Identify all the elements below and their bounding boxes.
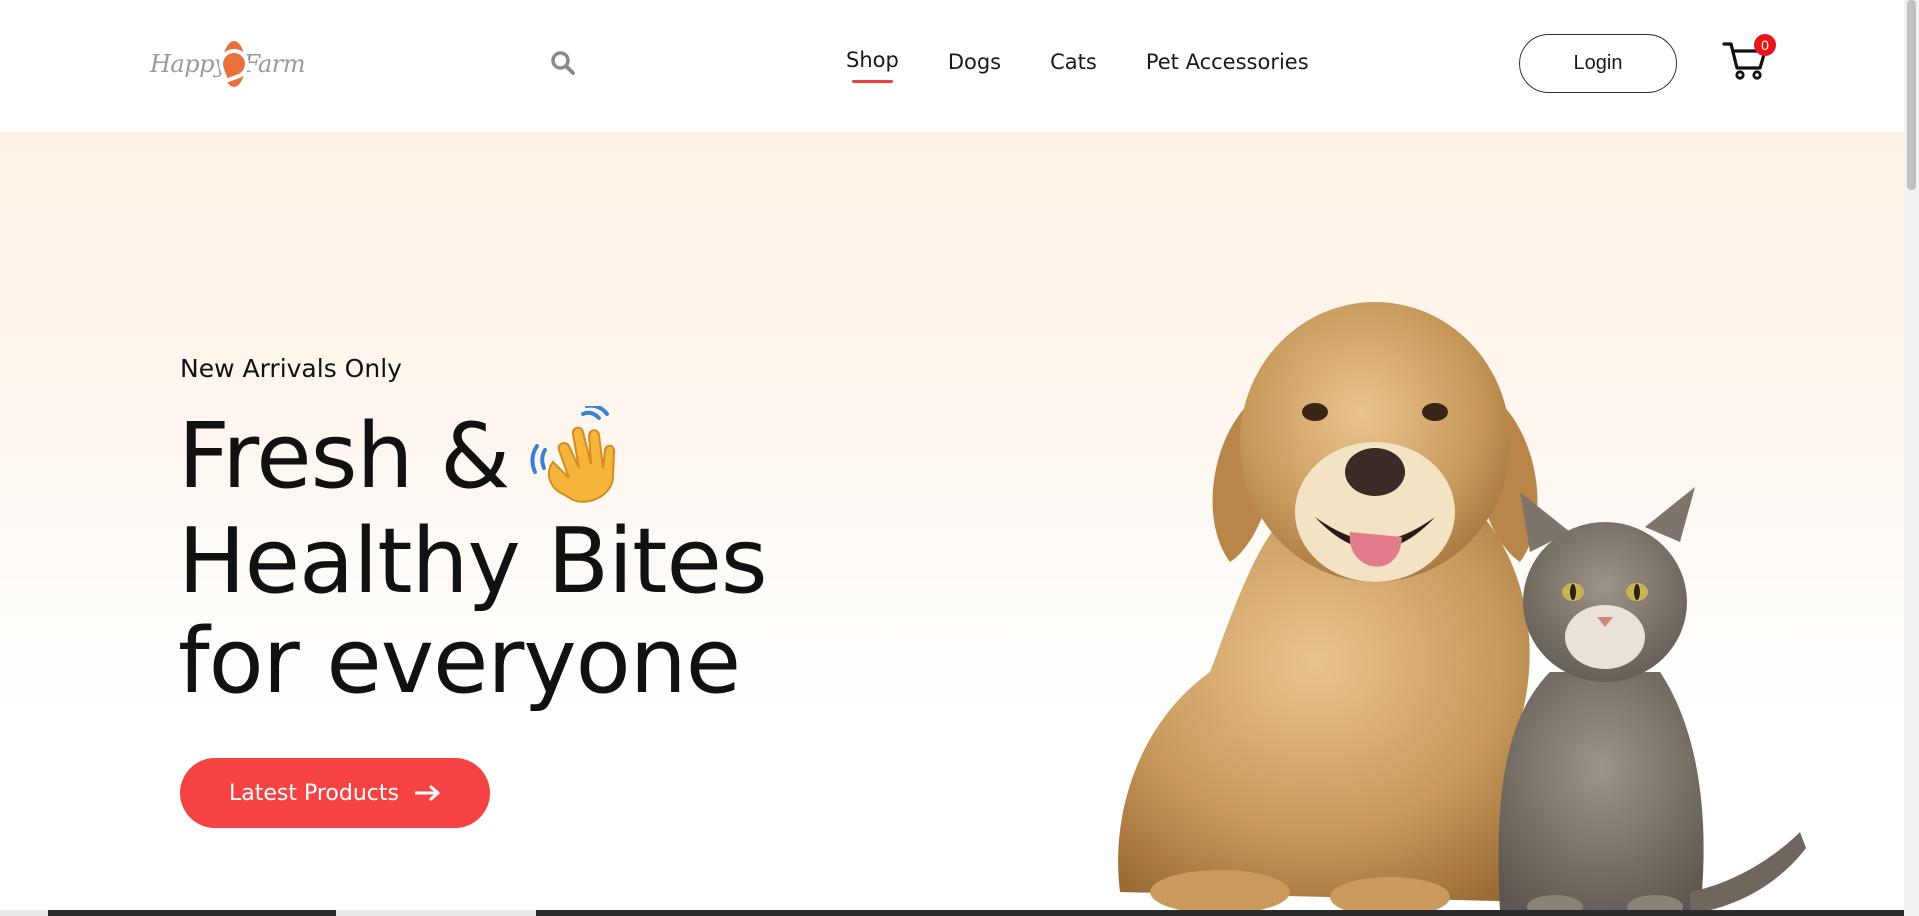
nav-item-dogs[interactable]: Dogs [948, 40, 1001, 74]
headline-line-3: for everyone [178, 609, 741, 715]
hero-section: New Arrivals Only Fresh & Healthy Bites … [0, 132, 1904, 916]
bottom-edge-strip [0, 910, 1904, 916]
nav-item-pet-accessories[interactable]: Pet Accessories [1146, 40, 1309, 74]
headline-line-1: Fresh & [178, 404, 767, 512]
logo-mark-icon [223, 41, 246, 87]
headline-line-2: Healthy Bites [178, 509, 768, 615]
arrow-right-icon [414, 785, 441, 801]
logo-text-right: Farm [243, 50, 305, 78]
bottom-strip-segment [0, 910, 48, 916]
site-logo[interactable]: Happy Farm [150, 36, 305, 92]
hero-eyebrow: New Arrivals Only [180, 354, 402, 383]
logo-text-left: Happy [150, 50, 228, 78]
dog-and-cat-illustration [1118, 302, 1806, 916]
latest-products-button[interactable]: Latest Products [180, 758, 490, 828]
latest-products-label: Latest Products [229, 780, 399, 806]
cart-button[interactable]: 0 [1722, 34, 1776, 84]
bottom-strip-segment [336, 910, 536, 916]
headline-line-1-text: Fresh & [178, 404, 510, 509]
scrollbar-thumb[interactable] [1907, 0, 1916, 190]
nav-item-shop[interactable]: Shop [846, 40, 899, 83]
search-icon [551, 51, 575, 75]
nav-item-cats[interactable]: Cats [1050, 40, 1097, 74]
page-scrollbar[interactable] [1904, 0, 1919, 916]
site-header: Happy Farm Shop Dogs Cats Pet Accessorie… [0, 0, 1904, 132]
main-nav: Shop Dogs Cats Pet Accessories [846, 40, 1309, 90]
hero-headline: Fresh & Healthy Bites for everyone [178, 404, 768, 715]
search-button[interactable] [548, 48, 578, 78]
waving-hand-icon [530, 406, 616, 503]
login-button[interactable]: Login [1519, 34, 1677, 93]
cart-count-badge: 0 [1754, 34, 1776, 56]
